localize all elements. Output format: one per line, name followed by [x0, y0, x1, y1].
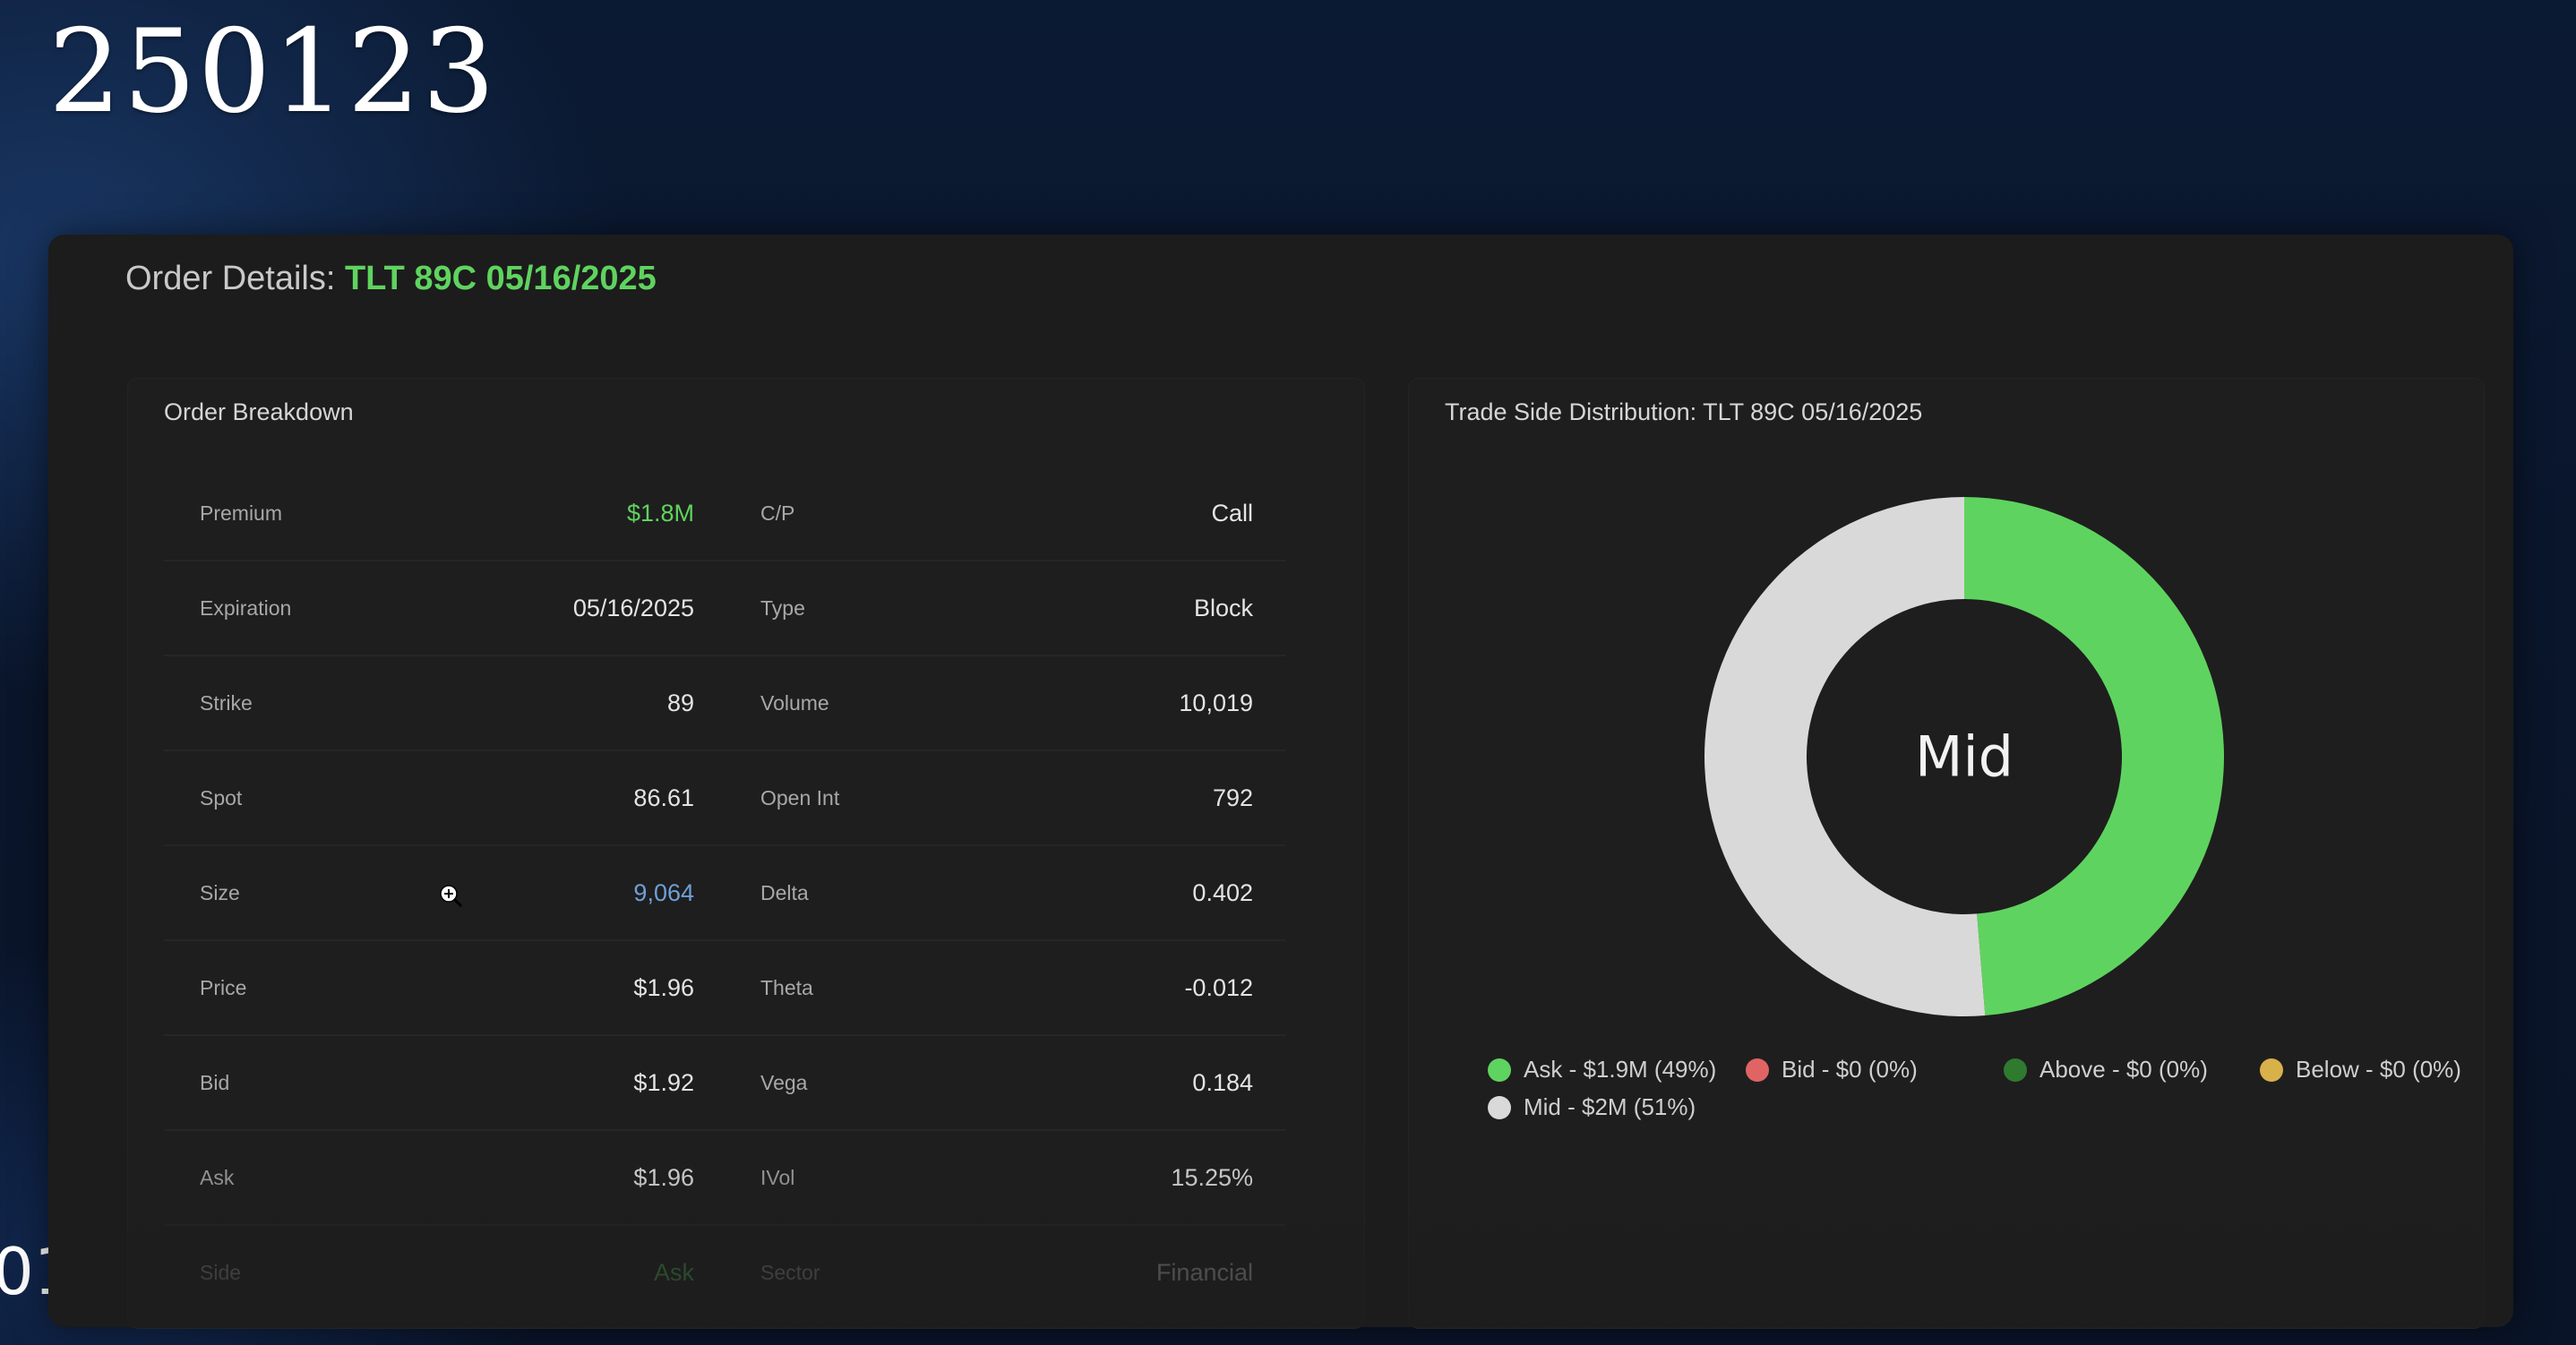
sector-label: Sector [760, 1261, 820, 1284]
price-label: Price [200, 976, 247, 999]
vega-value: 0.184 [1192, 1069, 1253, 1096]
table-row: Strike 89 Volume 10,019 [164, 656, 1285, 751]
open-int-label: Open Int [760, 786, 840, 810]
cp-label: C/P [760, 501, 795, 525]
legend-label-mid: Mid - $2M (51%) [1524, 1093, 1696, 1120]
theta-value: -0.012 [1184, 974, 1253, 1001]
side-value: Ask [653, 1259, 694, 1286]
trade-side-donut-chart: Mid [1704, 497, 2224, 1016]
table-row: Size 9,064 Delta 0.402 [164, 846, 1285, 941]
expiration-label: Expiration [200, 596, 292, 620]
ivol-label: IVol [760, 1166, 795, 1189]
legend-item-bid[interactable]: Bid - $0 (0%) [1746, 1056, 1918, 1084]
order-breakdown-card: Order Breakdown Premium $1.8M C/P Call E… [127, 378, 1365, 1329]
theta-label: Theta [760, 976, 813, 999]
spot-value: 86.61 [633, 784, 694, 811]
volume-label: Volume [760, 691, 829, 715]
contract-name: TLT 89C 05/16/2025 [344, 260, 657, 297]
strike-label: Strike [200, 691, 253, 715]
side-label: Side [200, 1261, 242, 1284]
legend-item-above[interactable]: Above - $0 (0%) [2004, 1056, 2208, 1084]
order-breakdown-table: Premium $1.8M C/P Call Expiration 05/16/… [164, 467, 1285, 1319]
order-details-header: Order Details: TLT 89C 05/16/2025 [125, 260, 657, 298]
table-row: Ask $1.96 IVol 15.25% [164, 1131, 1285, 1226]
price-value: $1.96 [633, 974, 694, 1001]
donut-center-label: Mid [1915, 724, 2014, 790]
delta-label: Delta [760, 881, 809, 904]
delta-value: 0.402 [1192, 879, 1253, 906]
table-row: Side Ask Sector Financial [164, 1226, 1285, 1319]
ask-value: $1.96 [633, 1164, 694, 1191]
order-details-label: Order Details: [125, 260, 336, 297]
legend-item-below[interactable]: Below - $0 (0%) [2260, 1056, 2461, 1084]
order-breakdown-title: Order Breakdown [164, 398, 354, 425]
size-label: Size [200, 881, 240, 904]
cp-value: Call [1211, 500, 1253, 527]
spot-label: Spot [200, 786, 243, 810]
volume-value: 10,019 [1179, 690, 1253, 716]
trade-side-distribution-card: Trade Side Distribution: TLT 89C 05/16/2… [1408, 378, 2485, 1329]
legend-label-below: Below - $0 (0%) [2296, 1056, 2461, 1083]
ivol-value: 15.25% [1171, 1164, 1253, 1191]
premium-value: $1.8M [626, 500, 694, 527]
legend-label-ask: Ask - $1.9M (49%) [1524, 1056, 1717, 1083]
legend-dot-below [2260, 1058, 2283, 1082]
bid-value: $1.92 [633, 1069, 694, 1096]
legend-item-mid[interactable]: Mid - $2M (51%) [1488, 1093, 1696, 1121]
legend-item-ask[interactable]: Ask - $1.9M (49%) [1488, 1056, 1716, 1084]
date-title: 250123 [48, 5, 497, 139]
legend-label-bid: Bid - $0 (0%) [1782, 1056, 1918, 1083]
type-value: Block [1193, 595, 1253, 621]
table-row: Bid $1.92 Vega 0.184 [164, 1036, 1285, 1131]
strike-value: 89 [666, 690, 694, 716]
legend-dot-above [2004, 1058, 2027, 1082]
expiration-value: 05/16/2025 [572, 595, 694, 621]
order-details-panel: Order Details: TLT 89C 05/16/2025 Order … [48, 235, 2513, 1329]
type-label: Type [760, 596, 805, 620]
vega-label: Vega [760, 1071, 808, 1094]
sector-value: Financial [1155, 1259, 1253, 1286]
premium-label: Premium [200, 501, 283, 525]
bid-label: Bid [200, 1071, 230, 1094]
legend-dot-bid [1746, 1058, 1769, 1082]
cursor-move-icon [440, 885, 463, 908]
table-row: Spot 86.61 Open Int 792 [164, 751, 1285, 846]
legend-dot-mid [1488, 1095, 1511, 1119]
table-row: Price $1.96 Theta -0.012 [164, 941, 1285, 1036]
table-row: Premium $1.8M C/P Call [164, 467, 1285, 561]
legend-label-above: Above - $0 (0%) [2039, 1056, 2208, 1083]
open-int-value: 792 [1212, 784, 1253, 811]
trade-side-distribution-title: Trade Side Distribution: TLT 89C 05/16/2… [1445, 398, 1923, 425]
size-value: 9,064 [633, 879, 694, 906]
legend-dot-ask [1488, 1058, 1511, 1082]
table-row: Expiration 05/16/2025 Type Block [164, 561, 1285, 656]
ask-label: Ask [200, 1166, 235, 1189]
